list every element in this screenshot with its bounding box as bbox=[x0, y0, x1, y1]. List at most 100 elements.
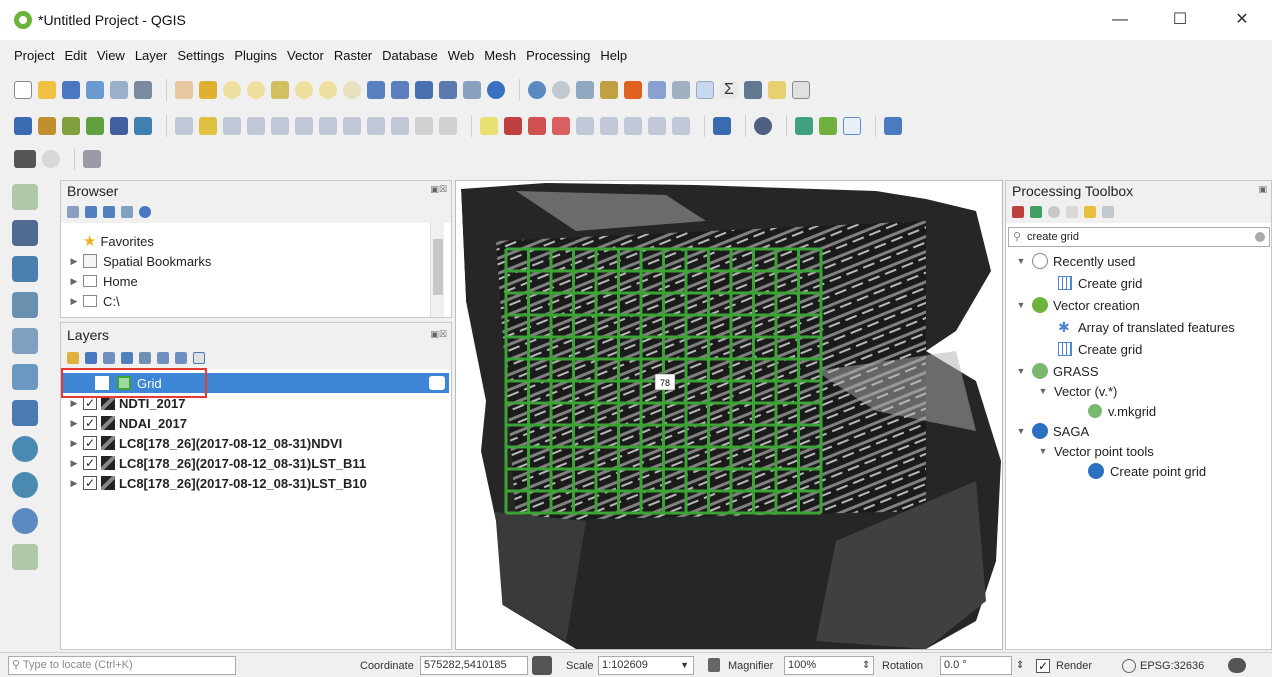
save-project-icon[interactable] bbox=[62, 80, 80, 99]
plugin-icon[interactable] bbox=[795, 116, 813, 135]
browser-item[interactable]: ★ Favorites bbox=[69, 231, 154, 251]
graph-icon[interactable] bbox=[843, 116, 861, 135]
browser-item[interactable]: ▶ Home bbox=[69, 271, 138, 291]
panel-float-close-icon[interactable]: ▣☒ bbox=[430, 329, 447, 340]
spin-arrows-icon[interactable]: ⇕ bbox=[862, 657, 870, 675]
pan-icon[interactable] bbox=[175, 80, 193, 99]
locate-search-input[interactable]: ⚲ Type to locate (Ctrl+K) bbox=[8, 656, 236, 675]
pin-labels-icon[interactable] bbox=[552, 116, 570, 135]
expand-arrow-icon[interactable]: ▶ bbox=[69, 398, 79, 409]
new-project-icon[interactable] bbox=[14, 80, 32, 99]
offline-icon[interactable] bbox=[42, 150, 60, 168]
globe-plugin-icon[interactable] bbox=[83, 150, 101, 168]
toggle-editing-icon[interactable] bbox=[199, 116, 217, 135]
select-by-value-icon[interactable] bbox=[600, 80, 618, 99]
cut-features-icon[interactable] bbox=[343, 116, 361, 135]
show-hide-labels-icon[interactable] bbox=[576, 116, 594, 135]
extents-toggle-icon[interactable] bbox=[532, 656, 552, 675]
rotation-spinbox[interactable]: 0.0 ° bbox=[940, 656, 1012, 675]
minimize-button[interactable]: — bbox=[1100, 8, 1140, 32]
add-feature-icon[interactable] bbox=[247, 116, 265, 135]
expand-arrow-icon[interactable]: ▶ bbox=[69, 276, 79, 287]
add-postgis-layer-icon[interactable] bbox=[12, 400, 38, 426]
layer-visibility-checkbox[interactable]: ✓ bbox=[83, 416, 97, 430]
expand-arrow-icon[interactable]: ▶ bbox=[69, 438, 79, 449]
change-label-icon[interactable] bbox=[648, 116, 666, 135]
show-bookmarks-icon[interactable] bbox=[463, 80, 481, 99]
browser-item[interactable]: ▶ Spatial Bookmarks bbox=[69, 251, 212, 271]
browser-item[interactable]: ▶ C:\ bbox=[69, 291, 120, 311]
layer-visibility-checkbox[interactable]: ✓ bbox=[83, 476, 97, 490]
layer-visibility-checkbox[interactable]: ✓ bbox=[83, 396, 97, 410]
toolbox-item-create-grid[interactable]: Create grid bbox=[1058, 273, 1142, 293]
expand-arrow-icon[interactable]: ▶ bbox=[69, 296, 79, 307]
add-delimited-text-icon[interactable] bbox=[86, 116, 104, 135]
field-calculator-icon[interactable] bbox=[672, 80, 690, 99]
collapse-all-icon[interactable] bbox=[175, 352, 187, 364]
expand-arrow-icon[interactable]: ▶ bbox=[69, 458, 79, 469]
layer-visibility-checkbox[interactable]: ✓ bbox=[83, 456, 97, 470]
refresh-icon[interactable] bbox=[85, 206, 97, 218]
data-source-manager-icon[interactable] bbox=[14, 116, 32, 135]
save-edits-icon[interactable] bbox=[223, 116, 241, 135]
delete-selected-icon[interactable] bbox=[319, 116, 337, 135]
add-spatialite-icon[interactable] bbox=[110, 116, 128, 135]
menu-help[interactable]: Help bbox=[600, 48, 627, 63]
scripts-icon[interactable] bbox=[1030, 206, 1042, 218]
map-canvas[interactable]: 78 bbox=[455, 180, 1003, 650]
rotate-label-icon[interactable] bbox=[624, 116, 642, 135]
menu-view[interactable]: View bbox=[97, 48, 125, 63]
crs-globe-icon[interactable] bbox=[1122, 659, 1136, 673]
help-icon[interactable] bbox=[884, 116, 902, 135]
layer-row[interactable]: ▶ ✓ NDAI_2017 bbox=[69, 413, 187, 433]
toolbox-subgroup-vector-point-tools[interactable]: ▼ Vector point tools bbox=[1038, 441, 1154, 461]
add-wms-layer-icon[interactable] bbox=[12, 436, 38, 462]
menu-vector[interactable]: Vector bbox=[287, 48, 324, 63]
coordinate-field[interactable]: 575282,5410185 bbox=[420, 656, 528, 675]
messages-icon[interactable] bbox=[1228, 658, 1246, 673]
refresh-icon[interactable] bbox=[487, 80, 505, 99]
current-edits-icon[interactable] bbox=[175, 116, 193, 135]
expand-arrow-icon[interactable]: ▶ bbox=[69, 256, 79, 267]
expand-arrow-icon[interactable]: ▶ bbox=[69, 478, 79, 489]
properties-icon[interactable] bbox=[139, 206, 151, 218]
add-wcs-layer-icon[interactable] bbox=[12, 472, 38, 498]
menu-settings[interactable]: Settings bbox=[177, 48, 224, 63]
collapse-all-icon[interactable] bbox=[121, 206, 133, 218]
magnifier-spinbox[interactable]: 100% bbox=[784, 656, 874, 675]
menu-project[interactable]: Project bbox=[14, 48, 54, 63]
spin-arrows-icon[interactable]: ⇕ bbox=[1016, 657, 1024, 675]
filter-icon[interactable] bbox=[103, 206, 115, 218]
zoom-to-layer-icon[interactable] bbox=[319, 80, 337, 99]
toolbox-group-grass[interactable]: ▼ GRASS bbox=[1016, 361, 1099, 381]
new-layer-icon[interactable] bbox=[12, 544, 38, 570]
menu-web[interactable]: Web bbox=[448, 48, 475, 63]
modify-attributes-icon[interactable] bbox=[295, 116, 313, 135]
layer-visibility-checkbox[interactable]: ✓ bbox=[83, 436, 97, 450]
cloud-icon[interactable] bbox=[14, 150, 36, 168]
scrollbar-thumb[interactable] bbox=[433, 239, 443, 295]
zoom-full-icon[interactable] bbox=[271, 80, 289, 99]
undo-icon[interactable] bbox=[415, 116, 433, 135]
expand-arrow-icon[interactable]: ▶ bbox=[69, 418, 79, 429]
scale-combobox[interactable]: 1:102609 ▼ bbox=[598, 656, 694, 675]
expand-all-icon[interactable] bbox=[157, 352, 169, 364]
attribute-table-icon[interactable] bbox=[648, 80, 666, 99]
statistical-summary-icon[interactable]: Σ bbox=[720, 80, 738, 99]
add-virtual-layer-icon[interactable] bbox=[12, 364, 38, 390]
menu-layer[interactable]: Layer bbox=[135, 48, 168, 63]
toolbox-item-array-translated[interactable]: ✱ Array of translated features bbox=[1058, 317, 1235, 337]
dropdown-arrow-icon[interactable]: ▼ bbox=[680, 657, 689, 674]
redo-icon[interactable] bbox=[439, 116, 457, 135]
manage-themes-icon[interactable] bbox=[103, 352, 115, 364]
add-raster-icon[interactable] bbox=[134, 116, 152, 135]
add-spatialite-layer-icon[interactable] bbox=[12, 328, 38, 354]
highlight-labels-icon[interactable] bbox=[528, 116, 546, 135]
toolbox-item-create-grid[interactable]: Create grid bbox=[1058, 339, 1142, 359]
new-geopackage-layer-icon[interactable] bbox=[38, 116, 56, 135]
toolbox-group-recently-used[interactable]: ▼ Recently used bbox=[1016, 251, 1135, 271]
crs-button[interactable]: EPSG:32636 bbox=[1140, 657, 1204, 675]
style-layer-icon[interactable] bbox=[67, 352, 79, 364]
zoom-last-icon[interactable] bbox=[367, 80, 385, 99]
add-raster-layer-icon[interactable] bbox=[12, 220, 38, 246]
